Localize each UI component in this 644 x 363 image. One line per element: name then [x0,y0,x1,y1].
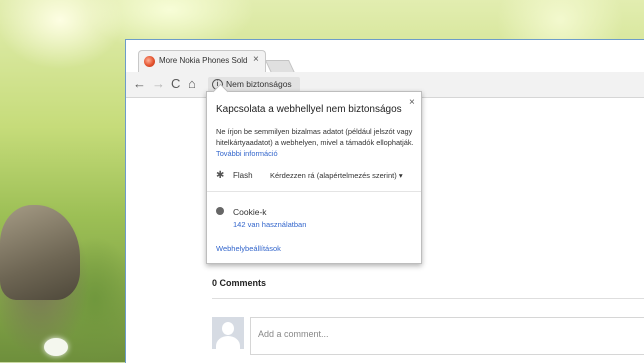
security-chip-label: Nem biztonságos [226,79,292,89]
tab-strip: More Nokia Phones Sold × [126,40,644,73]
cookies-label: Cookie-k [233,207,267,217]
flash-label: Flash [233,171,253,180]
avatar [212,317,244,349]
popup-body-text: Ne írjon be semmilyen bizalmas adatot (p… [216,127,414,147]
wallpaper-rock [0,205,80,300]
back-icon[interactable]: ← [133,76,146,92]
flash-permission-value: Kérdezzen rá (alapértelmezés szerint) [270,171,397,180]
tab-title: More Nokia Phones Sold [159,56,248,65]
site-settings-link[interactable]: Webhelybeállítások [216,244,281,253]
wallpaper-flower [44,338,68,356]
forward-icon[interactable]: → [152,76,165,92]
close-icon[interactable]: × [409,97,415,108]
popup-divider [207,191,421,192]
popup-warning-text: Ne írjon be semmilyen bizalmas adatot (p… [216,126,416,159]
puzzle-icon: ✱ [216,170,225,181]
more-info-link[interactable]: További információ [216,149,278,158]
comment-placeholder: Add a comment... [258,329,329,339]
comments-divider [212,298,644,299]
flash-permission-select[interactable]: Kérdezzen rá (alapértelmezés szerint) ▾ [270,171,403,180]
tab-close-icon[interactable]: × [253,54,259,65]
site-info-popup: × Kapcsolata a webhellyel nem biztonságo… [206,83,422,264]
comment-input[interactable]: Add a comment... [250,317,644,355]
popup-title: Kapcsolata a webhellyel nem biztonságos [216,104,402,115]
favicon-icon [144,56,155,67]
reload-icon[interactable]: C [171,76,180,92]
home-icon[interactable]: ⌂ [188,76,196,92]
cookie-icon [216,207,224,215]
comments-count: 0 Comments [212,278,267,288]
browser-tab[interactable]: More Nokia Phones Sold × [138,50,266,72]
cookies-in-use-link[interactable]: 142 van használatban [233,220,306,229]
chevron-down-icon: ▾ [398,171,403,180]
